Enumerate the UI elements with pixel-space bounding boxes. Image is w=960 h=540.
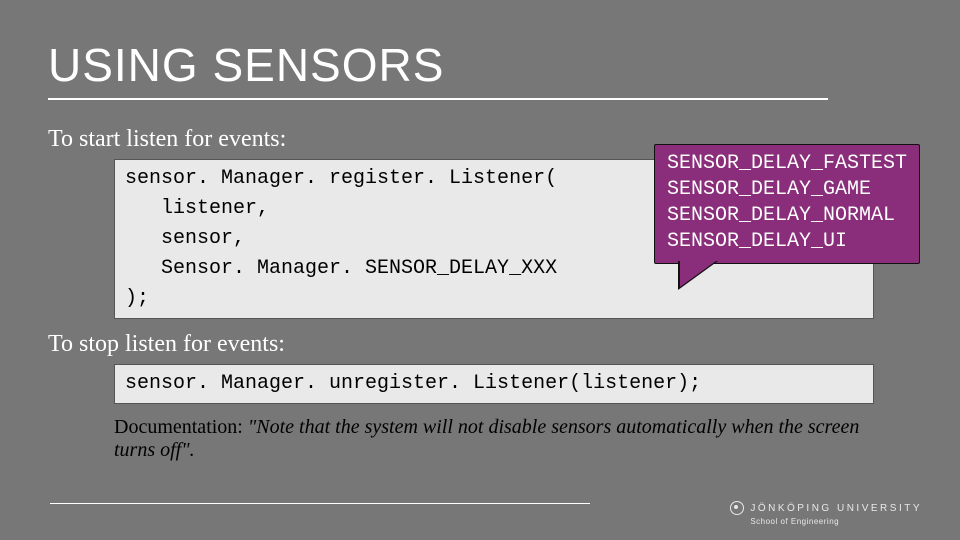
stop-listen-text: To stop listen for events: — [48, 331, 912, 358]
footer-rule — [50, 503, 590, 504]
delay-ui: SENSOR_DELAY_UI — [667, 229, 907, 255]
delay-fastest: SENSOR_DELAY_FASTEST — [667, 151, 907, 177]
code-unregister: sensor. Manager. unregister. Listener(li… — [114, 364, 874, 404]
university-name: JÖNKÖPING UNIVERSITY — [750, 503, 922, 514]
university-logo-icon — [730, 501, 744, 515]
delay-normal: SENSOR_DELAY_NORMAL — [667, 203, 907, 229]
university-school: School of Engineering — [750, 517, 922, 526]
slide: USING SENSORS To start listen for events… — [0, 0, 960, 540]
documentation-note: Documentation: "Note that the system wil… — [114, 416, 874, 462]
title-rule — [48, 98, 828, 100]
delay-constants-callout: SENSOR_DELAY_FASTEST SENSOR_DELAY_GAME S… — [654, 144, 920, 264]
slide-title: USING SENSORS — [48, 38, 912, 92]
university-branding: JÖNKÖPING UNIVERSITY School of Engineeri… — [730, 501, 922, 526]
doc-label: Documentation: — [114, 416, 248, 438]
delay-game: SENSOR_DELAY_GAME — [667, 177, 907, 203]
